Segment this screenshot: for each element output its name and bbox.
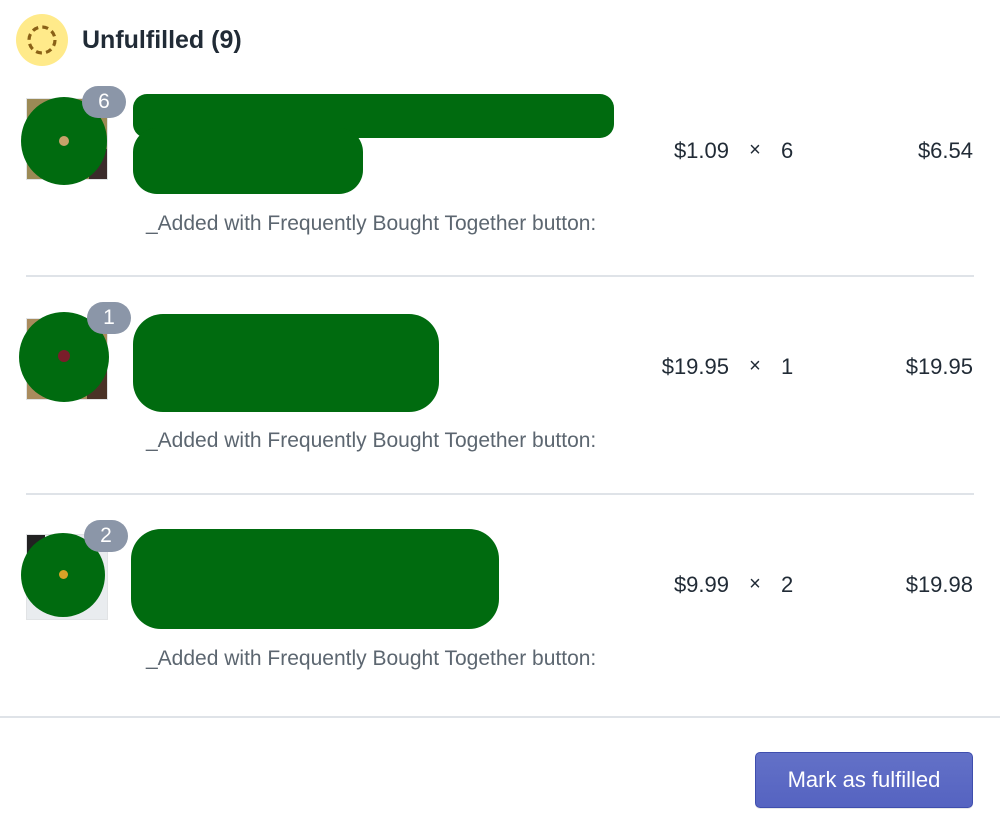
divider: [26, 275, 974, 277]
footer-divider: [0, 716, 1000, 718]
line-total: $6.54: [917, 138, 973, 163]
multiply-sign: ×: [749, 355, 761, 377]
quantity-badge: 6: [82, 86, 126, 118]
line-item-property: _Added with Frequently Bought Together b…: [146, 647, 597, 670]
mark-as-fulfilled-button[interactable]: Mark as fulfilled: [755, 752, 973, 808]
unit-price: $1.09: [673, 138, 729, 163]
redacted-product-title: [131, 529, 499, 629]
quantity: 6: [781, 138, 794, 163]
line-total: $19.98: [905, 572, 973, 597]
line-total: $19.95: [905, 354, 973, 379]
section-title: Unfulfilled (9): [82, 25, 242, 54]
redacted-product-title: [133, 314, 439, 412]
line-item-property: _Added with Frequently Bought Together b…: [146, 212, 597, 235]
divider: [26, 493, 974, 495]
section-header: Unfulfilled (9): [16, 14, 242, 66]
redacted-product-variant: [133, 128, 363, 194]
redaction-dot: [58, 350, 70, 362]
quantity: 2: [781, 572, 794, 597]
multiply-sign: ×: [749, 139, 761, 161]
quantity-badge: 2: [84, 520, 128, 552]
line-item-property: _Added with Frequently Bought Together b…: [146, 429, 597, 452]
quantity-badge: 1: [87, 302, 131, 334]
unit-price: $9.99: [673, 572, 729, 597]
quantity: 1: [781, 354, 794, 379]
unit-price: $19.95: [661, 354, 729, 379]
unfulfilled-dashed-circle-icon: [16, 14, 68, 66]
redaction-dot: [59, 136, 69, 146]
multiply-sign: ×: [749, 573, 761, 595]
redaction-dot: [59, 570, 68, 579]
